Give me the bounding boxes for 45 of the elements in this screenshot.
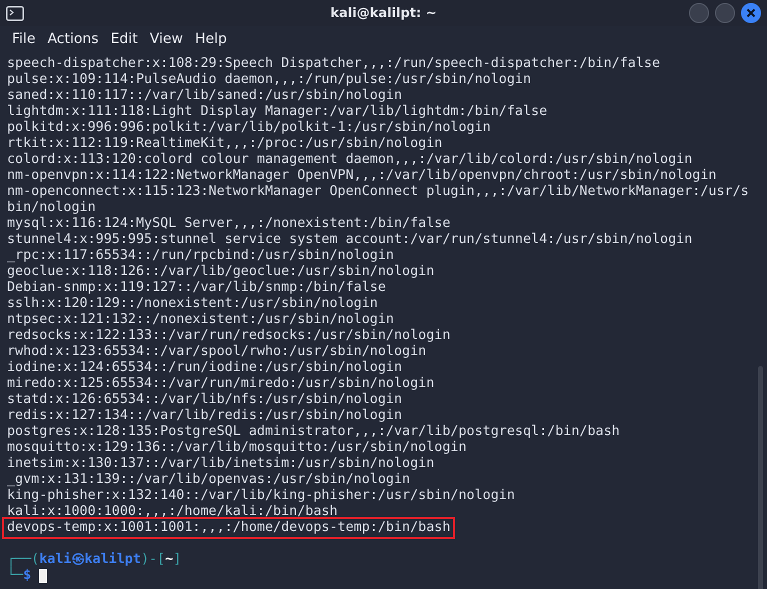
output-line: _rpc:x:117:65534::/run/rpcbind:/usr/sbin/nologin: [7, 248, 394, 264]
output-line: ntpsec:x:121:132::/nonexistent:/usr/sbin/nologin: [7, 312, 394, 328]
menu-item[interactable]: View: [144, 29, 189, 49]
output-line: king-phisher:x:132:140::/var/lib/king-phisher:/usr/sbin/nologin: [7, 488, 515, 504]
output-line: statd:x:126:65534::/var/lib/nfs:/usr/sbin/nologin: [7, 392, 402, 408]
output-line: Debian-snmp:x:119:127::/var/lib/snmp:/bin/false: [7, 280, 386, 296]
output-line: mysql:x:116:124:MySQL Server,,,:/nonexistent:/bin/false: [7, 216, 450, 232]
menu-item[interactable]: Actions: [41, 29, 105, 49]
output-line: inetsim:x:130:137::/var/lib/inetsim:/usr/sbin/nologin: [7, 456, 434, 472]
output-line: nm-openconnect:x:115:123:NetworkManager OpenConnect plugin,,,:/var/lib/NetworkManager:/usr/s: [7, 184, 749, 200]
output-line: postgres:x:128:135:PostgreSQL administrator,,,:/var/lib/postgresql:/bin/bash: [7, 424, 620, 440]
output-line: mosquitto:x:129:136::/var/lib/mosquitto:/usr/sbin/nologin: [7, 440, 467, 456]
minimize-button[interactable]: [689, 3, 709, 23]
output-line: kali:x:1000:1000:,,,:/home/kali:/bin/bash: [7, 504, 338, 520]
close-button[interactable]: [741, 3, 761, 23]
output-line: redis:x:127:134::/var/lib/redis:/usr/sbin/nologin: [7, 408, 402, 424]
text-cursor: [39, 569, 48, 583]
output-line: miredo:x:125:65534::/var/run/miredo:/usr/sbin/nologin: [7, 376, 434, 392]
output-line: rwhod:x:123:65534::/var/spool/rwho:/usr/sbin/nologin: [7, 344, 426, 360]
close-icon: [746, 8, 756, 18]
output-line: colord:x:113:120:colord colour management daemon,,,:/var/lib/colord:/usr/sbin/nologin: [7, 152, 692, 168]
prompt-line: ┌──(kali㉿kalilpt)-[~]: [7, 552, 182, 567]
output-line: _gvm:x:131:139::/var/lib/openvas:/usr/sbin/nologin: [7, 472, 410, 488]
maximize-button[interactable]: [715, 3, 735, 23]
output-line: redsocks:x:122:133::/var/run/redsocks:/usr/sbin/nologin: [7, 328, 450, 344]
menu-item[interactable]: File: [6, 29, 42, 49]
scrollbar[interactable]: [758, 366, 763, 589]
output-line: iodine:x:124:65534::/run/iodine:/usr/sbin/nologin: [7, 360, 402, 376]
output-line: sslh:x:120:129::/nonexistent:/usr/sbin/nologin: [7, 296, 378, 312]
output-line: saned:x:110:117::/var/lib/saned:/usr/sbin/nologin: [7, 88, 402, 104]
output-line: rtkit:x:112:119:RealtimeKit,,,:/proc:/usr/sbin/nologin: [7, 136, 442, 152]
menu-item[interactable]: Help: [188, 29, 233, 49]
output-line: stunnel4:x:995:995:stunnel service system account:/var/run/stunnel4:/usr/sbin/nologin: [7, 232, 692, 248]
output-line: bin/nologin: [7, 200, 96, 216]
output-line: lightdm:x:111:118:Light Display Manager:/var/lib/lightdm:/bin/false: [7, 104, 548, 120]
output-line: polkitd:x:996:996:polkit:/var/lib/polkit-1:/usr/sbin/nologin: [7, 120, 491, 136]
highlighted-output-line: devops-temp:x:1001:1001:,,,:/home/devops-temp:/bin/bash: [5, 520, 452, 536]
output-line: nm-openvpn:x:114:122:NetworkManager OpenVPN,,,:/var/lib/openvpn/chroot:/usr/sbin/nologin: [7, 168, 716, 184]
output-line: geoclue:x:118:126::/var/lib/geoclue:/usr/sbin/nologin: [7, 264, 434, 280]
prompt-line: └─$: [7, 568, 32, 584]
output-line: speech-dispatcher:x:108:29:Speech Dispatcher,,,:/run/speech-dispatcher:/bin/false: [7, 56, 660, 72]
menu-item[interactable]: Edit: [104, 29, 144, 49]
window-title: kali@kalilpt: ~: [330, 6, 437, 20]
terminal-icon: [6, 6, 24, 20]
output-line: pulse:x:109:114:PulseAudio daemon,,,:/run/pulse:/usr/sbin/nologin: [7, 72, 532, 88]
